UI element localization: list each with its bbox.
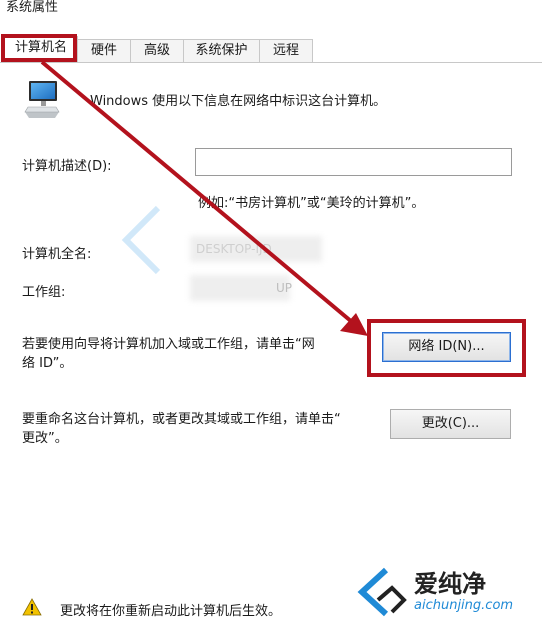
tutorial-arrow: [40, 60, 368, 336]
watermark-url: aichunjing.com: [414, 598, 514, 613]
watermark-logo-mark: [357, 567, 407, 617]
watermark-logo: 爱纯净 aichunjing.com: [352, 562, 548, 620]
center-watermark-logo: [121, 205, 161, 275]
watermark-brand: 爱纯净: [414, 570, 486, 598]
